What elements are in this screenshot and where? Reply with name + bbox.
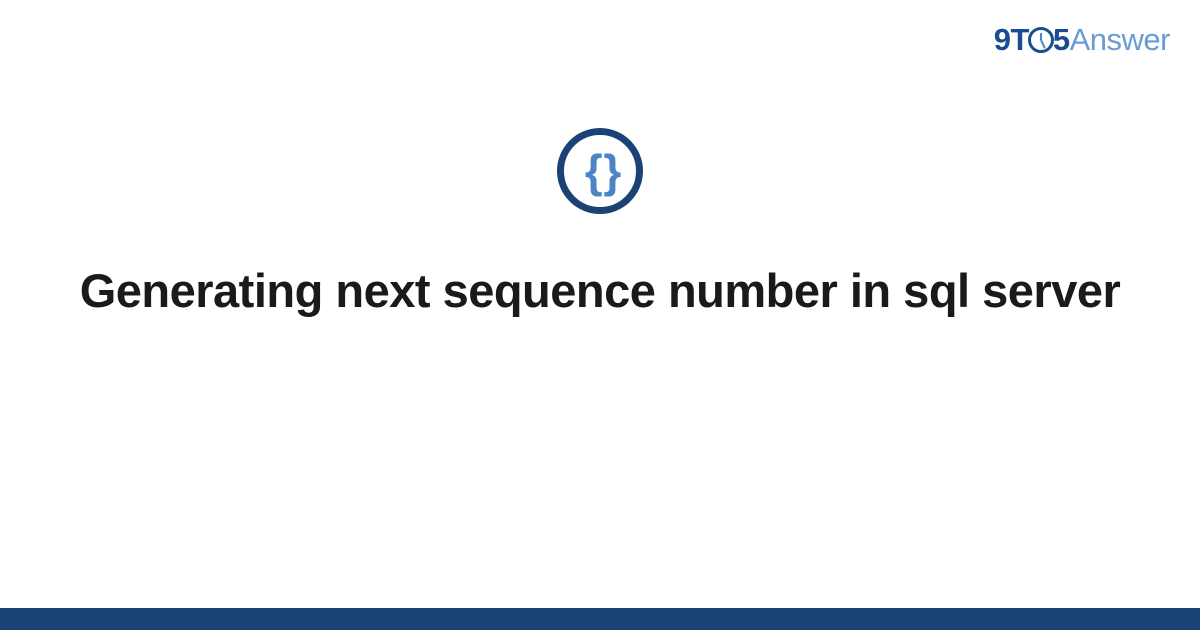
logo-nine: 9 [994, 22, 1011, 57]
braces-glyph: { } [585, 148, 616, 194]
main-content: { } Generating next sequence number in s… [0, 128, 1200, 319]
code-braces-icon: { } [557, 128, 643, 214]
footer-accent-bar [0, 608, 1200, 630]
logo-five: 5 [1053, 22, 1070, 57]
logo-answer: Answer [1070, 22, 1170, 57]
logo-t: T [1010, 22, 1028, 57]
clock-icon [1028, 27, 1054, 53]
site-logo[interactable]: 9T5Answer [994, 22, 1170, 58]
page-title: Generating next sequence number in sql s… [80, 262, 1121, 319]
